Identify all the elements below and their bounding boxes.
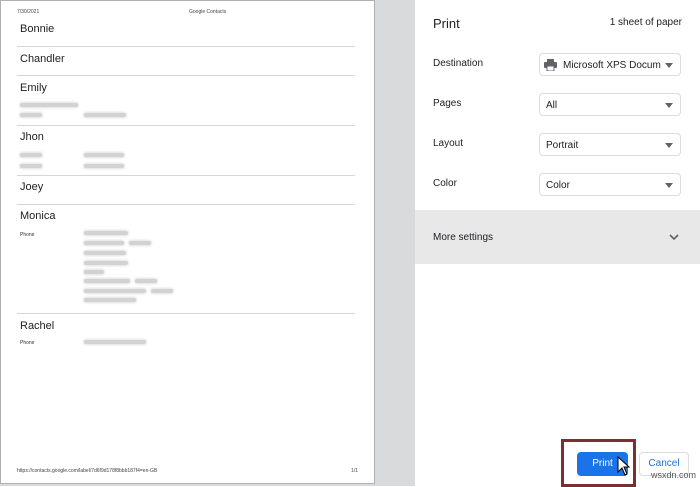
page-number: 1/1: [351, 468, 358, 474]
layout-label: Layout: [433, 138, 464, 149]
contact-entry: Rachel Phone: [17, 314, 355, 364]
contact-name: Monica: [20, 210, 56, 222]
redacted-text: [84, 340, 146, 344]
redacted-text: [84, 153, 124, 157]
more-settings-toggle[interactable]: More settings: [415, 210, 700, 264]
chevron-down-icon: [665, 183, 673, 188]
contact-entry: Chandler: [17, 47, 355, 76]
redacted-text: [84, 270, 104, 274]
redacted-text: [20, 103, 78, 107]
redacted-text: [84, 251, 126, 255]
redacted-text: [84, 164, 124, 168]
watermark: wsxdn.com: [651, 470, 697, 480]
chevron-down-icon: [669, 234, 679, 241]
sheet-count: 1 sheet of paper: [609, 17, 682, 28]
print-settings-panel: Print 1 sheet of paper Destination Micro…: [415, 0, 700, 486]
redacted-text: [84, 113, 126, 117]
printer-icon: [544, 59, 557, 71]
contact-entry: Bonnie: [17, 17, 355, 47]
contact-name: Jhon: [20, 131, 44, 143]
pages-select[interactable]: All: [539, 93, 681, 116]
color-label: Color: [433, 178, 457, 189]
layout-value: Portrait: [546, 140, 579, 151]
destination-value: Microsoft XPS Docum: [563, 60, 661, 71]
destination-select[interactable]: Microsoft XPS Docum: [539, 53, 681, 76]
chevron-down-icon: [665, 143, 673, 148]
redacted-text: [20, 153, 42, 157]
pages-value: All: [546, 100, 558, 111]
layout-select[interactable]: Portrait: [539, 133, 681, 156]
color-select[interactable]: Color: [539, 173, 681, 196]
redacted-text: [129, 241, 151, 245]
preview-page: 7/30/2021 Google Contacts Bonnie Chandle…: [0, 0, 375, 484]
contact-name: Rachel: [20, 320, 55, 332]
pages-label: Pages: [433, 98, 462, 109]
page-date: 7/30/2021: [17, 9, 40, 15]
contact-name: Chandler: [20, 53, 65, 65]
contact-name: Emily: [20, 82, 47, 94]
redacted-text: [84, 261, 128, 265]
redacted-text: [84, 231, 128, 235]
contact-entry: Jhon: [17, 126, 355, 176]
contact-entry: Emily: [17, 76, 355, 126]
redacted-text: [84, 279, 130, 283]
redacted-text: [151, 289, 173, 293]
redacted-text: [84, 298, 136, 302]
redacted-text: [84, 289, 146, 293]
redacted-text: [135, 279, 157, 283]
redacted-text: [84, 241, 124, 245]
chevron-down-icon: [665, 63, 673, 68]
contact-name: Bonnie: [20, 23, 55, 35]
contact-entry: Monica Phone: [17, 205, 355, 314]
mouse-cursor-icon: [617, 456, 631, 476]
field-label-phone: Phone: [20, 232, 35, 238]
destination-label: Destination: [433, 58, 484, 69]
more-settings-label: More settings: [433, 232, 494, 243]
field-label-phone: Phone: [20, 340, 35, 346]
color-value: Color: [546, 180, 570, 191]
redacted-text: [20, 164, 42, 168]
print-preview-pane: 7/30/2021 Google Contacts Bonnie Chandle…: [0, 0, 415, 486]
page-heading: Google Contacts: [189, 9, 227, 15]
contact-name: Joey: [20, 181, 44, 193]
print-dialog-title: Print: [433, 16, 460, 31]
chevron-down-icon: [665, 103, 673, 108]
redacted-text: [20, 113, 42, 117]
contact-entry: Joey: [17, 176, 355, 205]
page-footer-url: https://contacts.google.com/label/7d6f9d…: [17, 468, 158, 474]
